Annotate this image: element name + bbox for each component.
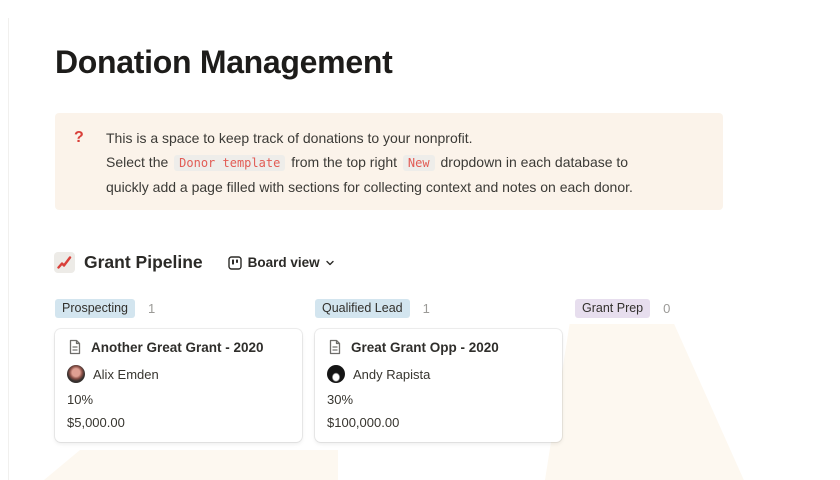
page-left-divider: [8, 18, 9, 480]
status-badge[interactable]: Grant Prep: [575, 299, 650, 318]
page-title: Donation Management: [55, 44, 392, 81]
chart-increasing-icon: [54, 252, 75, 273]
callout-line-2-text: from the top right: [291, 154, 397, 170]
status-badge[interactable]: Qualified Lead: [315, 299, 410, 318]
card-amount: $5,000.00: [67, 415, 290, 430]
page-document-icon: [327, 339, 343, 355]
card-percent: 10%: [67, 392, 290, 407]
board-column-prospecting: Prospecting 1 Another Great Grant - 2020…: [55, 298, 302, 442]
board-column-qualified-lead: Qualified Lead 1 Great Grant Opp - 2020 …: [315, 298, 562, 442]
question-mark-icon: ?: [74, 126, 94, 197]
card-person: Andy Rapista: [353, 367, 430, 382]
callout-text: This is a space to keep track of donatio…: [106, 126, 633, 197]
callout-line-3: quickly add a page filled with sections …: [106, 175, 633, 199]
column-count: 1: [423, 301, 430, 316]
pipeline-title[interactable]: Grant Pipeline: [84, 252, 203, 273]
avatar: [327, 365, 345, 383]
callout-block: ? This is a space to keep track of donat…: [55, 113, 723, 210]
avatar: [67, 365, 85, 383]
grant-card[interactable]: Great Grant Opp - 2020 Andy Rapista 30% …: [315, 329, 562, 442]
card-person: Alix Emden: [93, 367, 159, 382]
board-view-icon: [228, 256, 242, 270]
card-percent: 30%: [327, 392, 550, 407]
board-view-label: Board view: [248, 255, 320, 270]
grant-pipeline-board: Prospecting 1 Another Great Grant - 2020…: [55, 298, 835, 442]
callout-line-2-text: dropdown in each database to: [441, 154, 629, 170]
card-amount: $100,000.00: [327, 415, 550, 430]
status-badge[interactable]: Prospecting: [55, 299, 135, 318]
page-document-icon: [67, 339, 83, 355]
column-count: 0: [663, 301, 670, 316]
donor-template-code-chip: Donor template: [174, 155, 285, 171]
gif-ghost-artifact: [38, 450, 338, 480]
grant-pipeline-header: Grant Pipeline Board view: [54, 252, 335, 273]
column-header[interactable]: Qualified Lead 1: [315, 298, 562, 318]
column-header[interactable]: Grant Prep 0: [575, 298, 822, 318]
card-title: Another Great Grant - 2020: [91, 340, 264, 355]
notion-page: { "page": { "title": "Donation Managemen…: [0, 0, 840, 480]
column-count: 1: [148, 301, 155, 316]
column-header[interactable]: Prospecting 1: [55, 298, 302, 318]
board-view-switcher[interactable]: Board view: [228, 255, 335, 270]
board-column-grant-prep: Grant Prep 0: [575, 298, 822, 442]
callout-line-2-text: Select the: [106, 154, 168, 170]
new-code-chip: New: [403, 155, 435, 171]
card-title: Great Grant Opp - 2020: [351, 340, 499, 355]
grant-card[interactable]: Another Great Grant - 2020 Alix Emden 10…: [55, 329, 302, 442]
callout-line-2: Select the Donor template from the top r…: [106, 150, 633, 175]
chevron-down-icon: [325, 258, 335, 268]
callout-line-1: This is a space to keep track of donatio…: [106, 126, 633, 150]
